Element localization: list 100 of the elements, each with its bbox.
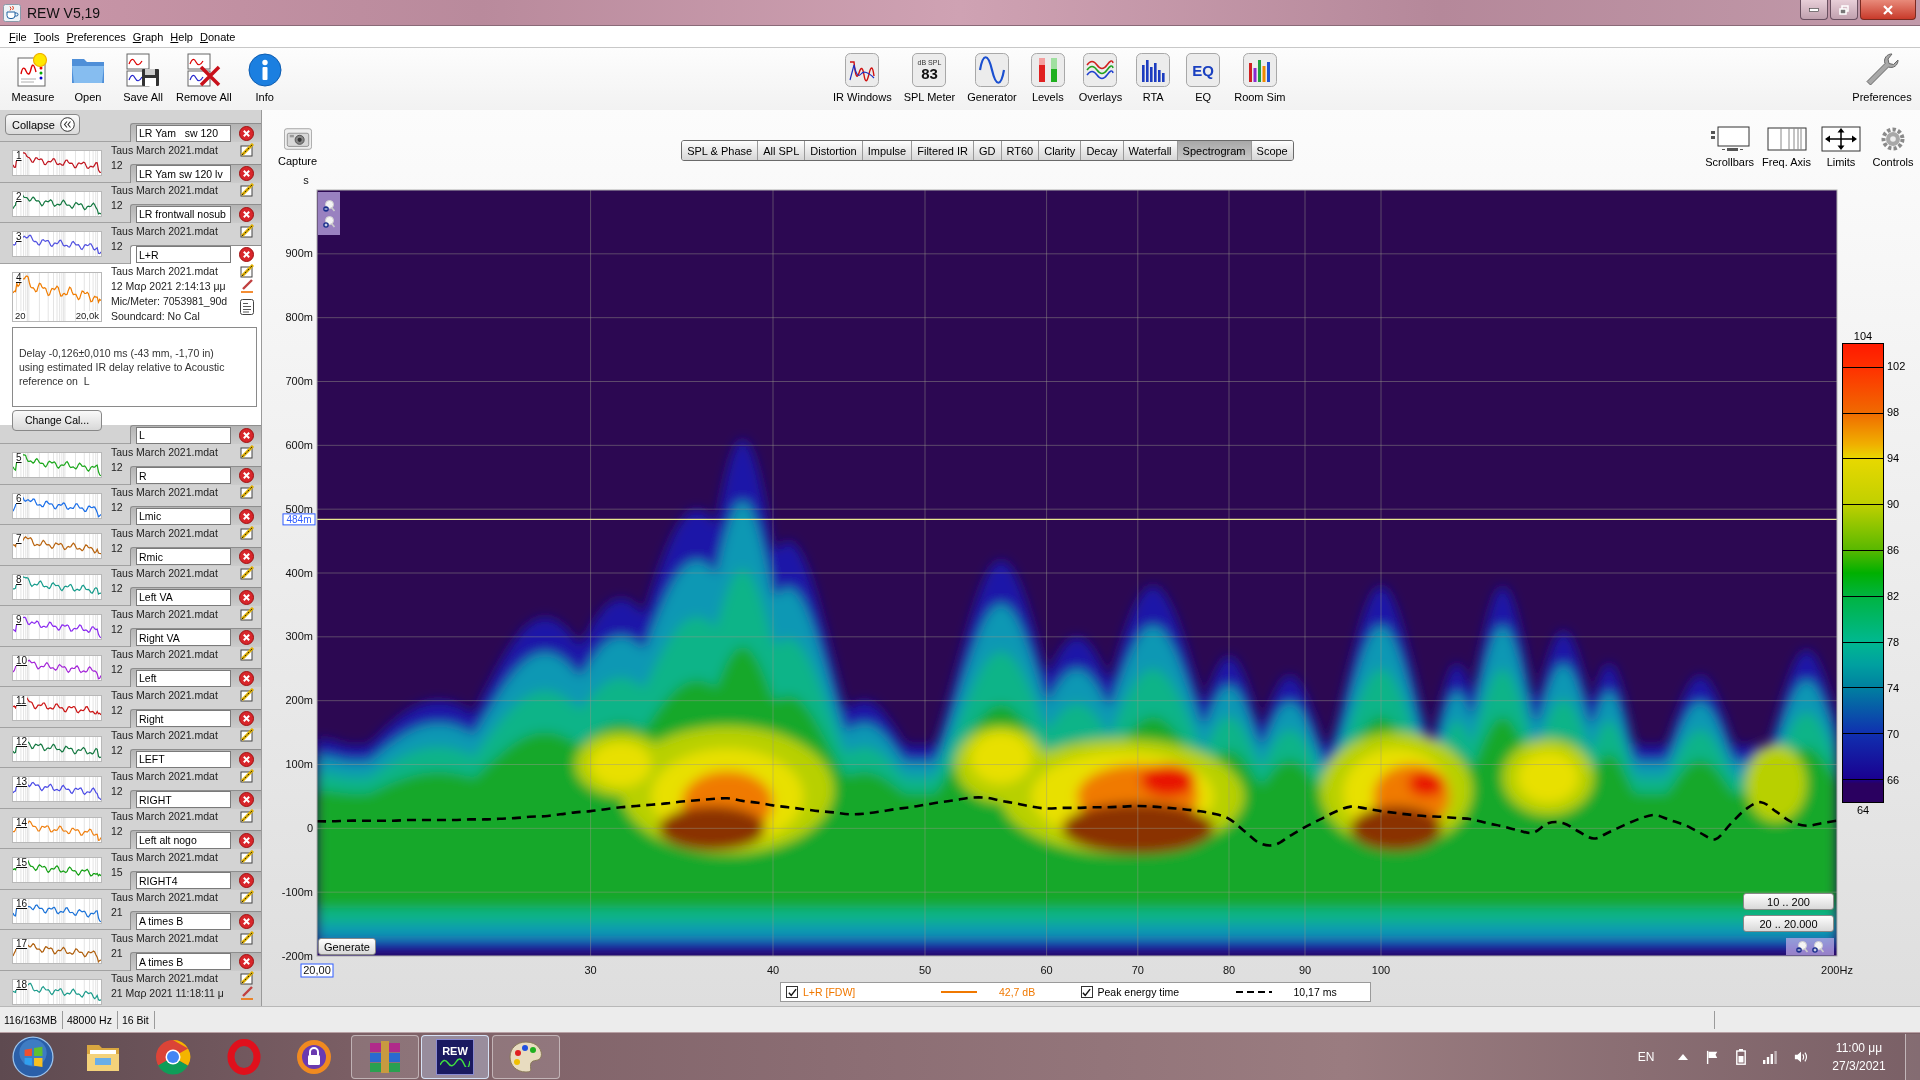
generate-button[interactable]: Generate xyxy=(318,938,376,955)
name-field[interactable]: A times B xyxy=(136,953,231,970)
graph-control-button[interactable]: Scrollbars xyxy=(1705,126,1755,168)
name-field[interactable]: Right xyxy=(136,710,231,727)
edit-icon[interactable] xyxy=(240,647,254,661)
measurement-tab[interactable]: A times B xyxy=(130,951,261,971)
zoom-out-icon[interactable] xyxy=(1796,940,1808,953)
remove-icon[interactable] xyxy=(239,711,254,726)
pencil-icon[interactable] xyxy=(240,986,254,1000)
response-thumbnail[interactable]: 10 xyxy=(12,654,102,681)
measurement-tab[interactable]: Left alt nogo xyxy=(130,830,261,849)
cursor-line[interactable] xyxy=(316,518,1838,520)
edit-icon[interactable] xyxy=(240,687,254,702)
measurement-tab[interactable]: L+R xyxy=(130,244,261,264)
edit-icon[interactable] xyxy=(240,890,254,904)
measurement-tab[interactable]: Right xyxy=(130,708,261,728)
response-thumbnail[interactable]: 17 xyxy=(12,938,102,964)
response-thumbnail[interactable]: 18 xyxy=(12,978,102,1005)
edit-icon[interactable] xyxy=(240,444,254,459)
edit-icon[interactable] xyxy=(240,525,254,540)
checkbox[interactable] xyxy=(786,986,798,998)
clock-time[interactable]: 11:00 μμ xyxy=(1835,1038,1883,1057)
response-thumbnail[interactable]: 3 xyxy=(12,231,102,257)
measurement-tab[interactable]: A times B xyxy=(130,911,261,930)
speaker-icon[interactable] xyxy=(1794,1049,1808,1064)
name-field[interactable]: RIGHT4 xyxy=(136,872,231,889)
name-field[interactable]: LR frontwall nosub xyxy=(136,205,231,223)
name-field[interactable]: Rmic xyxy=(136,548,231,565)
name-field[interactable]: Left alt nogo xyxy=(136,831,231,849)
edit-icon[interactable] xyxy=(240,606,254,621)
measurement-tab[interactable]: RIGHT4 xyxy=(130,870,261,890)
response-thumbnail[interactable]: 5 xyxy=(12,452,102,478)
toolbar-button[interactable]: Levels xyxy=(1028,53,1067,103)
zoom-in-icon[interactable] xyxy=(323,215,335,228)
remove-icon[interactable] xyxy=(239,247,254,262)
graph-control-button[interactable]: Freq. Axis xyxy=(1762,126,1811,168)
name-field[interactable]: L xyxy=(136,426,231,444)
measurement-tab[interactable]: Left VA xyxy=(130,587,261,606)
graph-tab[interactable]: Filtered IR xyxy=(911,141,973,160)
remove-icon[interactable] xyxy=(239,630,254,645)
response-thumbnail[interactable]: 16 xyxy=(12,897,102,924)
notes-field[interactable]: Delay -0,126±0,010 ms (-43 mm, -1,70 in) using estimated IR delay relative to Acoustic reference on L xyxy=(12,326,257,407)
edit-icon[interactable] xyxy=(240,728,254,742)
graph-tab[interactable]: Scope xyxy=(1250,141,1293,160)
name-field[interactable]: LR Yam sw 120 lv xyxy=(136,165,231,182)
remove-icon[interactable] xyxy=(239,549,254,564)
response-thumbnail[interactable]: 12 xyxy=(12,735,102,762)
measurement-tab[interactable]: LR Yam sw 120 xyxy=(130,123,261,142)
pencil-icon[interactable] xyxy=(240,279,254,293)
remove-icon[interactable] xyxy=(239,792,254,807)
name-field[interactable]: Left VA xyxy=(136,588,231,606)
measurement-tab[interactable]: LR Yam sw 120 lv xyxy=(130,163,261,183)
edit-icon[interactable] xyxy=(240,930,254,945)
edit-icon[interactable] xyxy=(240,485,254,499)
checkbox[interactable] xyxy=(1080,986,1093,998)
edit-icon[interactable] xyxy=(240,768,254,783)
range-button[interactable]: 20 .. 20.000 xyxy=(1743,915,1834,932)
measurement-tab[interactable]: L xyxy=(130,425,261,444)
zoom-in-icon[interactable] xyxy=(1812,940,1824,953)
name-field[interactable]: L+R xyxy=(136,246,231,263)
remove-icon[interactable] xyxy=(239,954,254,969)
graph-control-button[interactable]: Limits xyxy=(1819,126,1863,168)
measurement-tab[interactable]: LR frontwall nosub xyxy=(130,204,261,223)
toolbar-button[interactable]: Preferences xyxy=(1848,53,1916,103)
graph-control-button[interactable]: Controls xyxy=(1871,126,1915,168)
measurement-tab[interactable]: Lmic xyxy=(130,506,261,525)
edit-icon[interactable] xyxy=(240,971,254,985)
response-thumbnail[interactable]: 14 xyxy=(12,816,102,843)
response-thumbnail[interactable]: 15 xyxy=(12,857,102,883)
toolbar-button[interactable]: Overlays xyxy=(1078,53,1123,103)
graph-tab[interactable]: SPL & Phase xyxy=(682,141,758,160)
remove-icon[interactable] xyxy=(239,670,254,686)
menu-item[interactable]: Preferences xyxy=(66,30,126,43)
menu-item[interactable]: File xyxy=(9,30,27,43)
edit-icon[interactable] xyxy=(240,223,254,238)
document-icon[interactable] xyxy=(240,298,254,315)
response-thumbnail[interactable]: 2 xyxy=(12,190,102,217)
remove-icon[interactable] xyxy=(239,468,254,483)
name-field[interactable]: R xyxy=(136,467,231,484)
language-indicator[interactable]: EN xyxy=(1631,1049,1661,1064)
graph-tab[interactable]: Distortion xyxy=(804,141,862,160)
graph-tab[interactable]: RT60 xyxy=(1000,141,1039,160)
toolbar-button[interactable]: Info xyxy=(242,53,287,103)
remove-icon[interactable] xyxy=(239,427,254,443)
graph-tab[interactable]: Waterfall xyxy=(1122,141,1177,160)
remove-icon[interactable] xyxy=(239,751,254,767)
remove-icon[interactable] xyxy=(239,873,254,888)
response-thumbnail[interactable]: 11 xyxy=(12,695,102,721)
change-cal-button[interactable]: Change Cal... xyxy=(12,409,102,431)
toolbar-button[interactable]: Room Sim xyxy=(1234,53,1286,103)
edit-icon[interactable] xyxy=(240,566,254,580)
toolbar-button[interactable]: Measure xyxy=(11,53,55,103)
graph-tab[interactable]: Decay xyxy=(1080,141,1123,160)
taskbar-button[interactable] xyxy=(491,1034,560,1079)
graph-tab[interactable]: Impulse xyxy=(861,141,912,160)
clock-date[interactable]: 27/3/2021 xyxy=(1832,1056,1886,1075)
close-button[interactable] xyxy=(1860,0,1916,20)
minimize-button[interactable] xyxy=(1800,0,1828,20)
response-thumbnail[interactable]: 9 xyxy=(12,614,102,640)
name-field[interactable]: A times B xyxy=(136,912,231,930)
